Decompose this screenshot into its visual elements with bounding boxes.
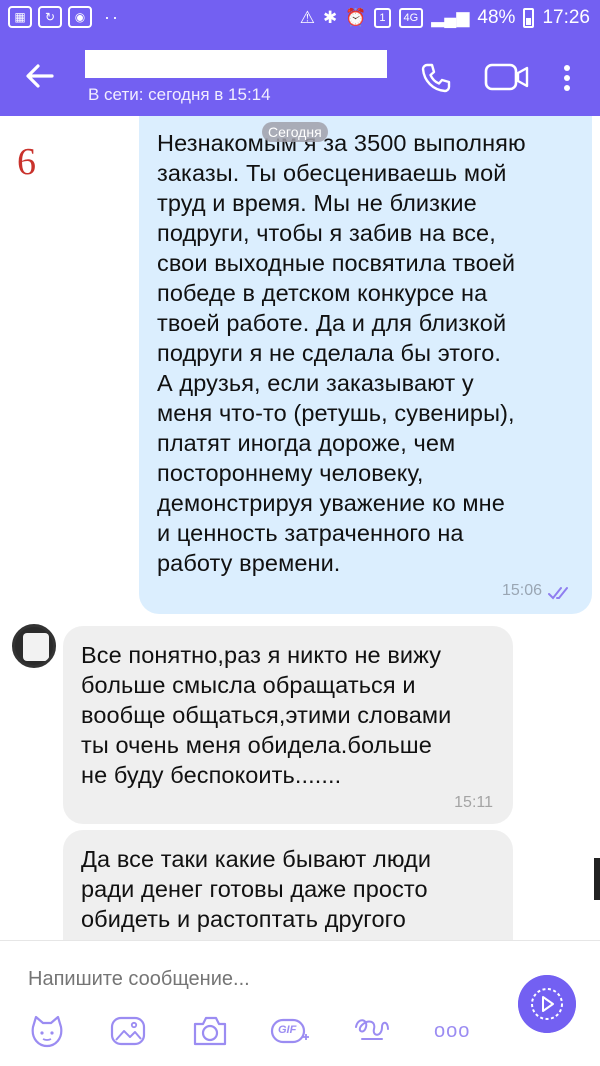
- phone-icon[interactable]: [418, 60, 454, 96]
- incoming-message[interactable]: Да все таки какие бывают люди ради денег…: [63, 830, 513, 940]
- message-text: Да все таки какие бывают люди ради денег…: [81, 846, 432, 932]
- more-notifications-icon: ··: [104, 6, 120, 27]
- chat-header: В сети: сегодня в 15:14: [0, 38, 600, 116]
- scroll-edge-mark: [594, 858, 600, 900]
- sim-icon: 1: [374, 8, 391, 28]
- network-type-icon: 4G: [398, 8, 424, 28]
- app-notification-icon: ◉: [68, 6, 92, 28]
- doodle-icon[interactable]: [352, 1013, 392, 1049]
- battery-percent: 48%: [477, 7, 516, 28]
- read-ticks-icon: [548, 587, 568, 600]
- bluetooth-icon: ✱: [322, 8, 338, 27]
- message-list[interactable]: 6 Незнакомым я за 3500 выполняю заказы. …: [0, 116, 600, 940]
- incoming-message[interactable]: Все понятно,раз я никто не вижу больше с…: [63, 626, 513, 824]
- sync-notification-icon: ↻: [38, 6, 62, 28]
- more-options-icon[interactable]: ooo: [434, 1013, 474, 1049]
- battery-icon: [523, 8, 535, 28]
- send-button[interactable]: [518, 975, 576, 1033]
- system-icons: ⚠ ✱ ⏰ 1 4G ▂▄▆ 48% 17:26: [300, 7, 590, 29]
- signal-icon: ▂▄▆: [431, 8, 470, 27]
- notification-icons: ▦ ↻ ◉ ··: [8, 6, 120, 28]
- alarm-icon: ⏰: [345, 8, 367, 27]
- handwritten-annotation: 6: [17, 141, 36, 183]
- warning-icon: ⚠: [299, 8, 315, 27]
- gif-icon[interactable]: GIF: [270, 1013, 310, 1049]
- back-arrow-icon[interactable]: [22, 58, 58, 94]
- sticker-icon[interactable]: [27, 1013, 67, 1049]
- presence-status: В сети: сегодня в 15:14: [88, 85, 271, 104]
- more-vert-icon[interactable]: [557, 60, 577, 96]
- status-bar: ▦ ↻ ◉ ·· ⚠ ✱ ⏰ 1 4G ▂▄▆ 48% 17:26: [0, 0, 600, 38]
- clock: 17:26: [542, 7, 590, 28]
- message-time: 15:06: [501, 582, 542, 599]
- gif-label: GIF: [278, 1024, 297, 1036]
- date-separator: Сегодня: [262, 122, 328, 142]
- gallery-notification-icon: ▦: [8, 6, 32, 28]
- message-text: Незнакомым я за 3500 выполняю заказы. Ты…: [157, 130, 526, 576]
- message-input[interactable]: [28, 963, 488, 995]
- contact-name-redacted[interactable]: [85, 50, 387, 78]
- outgoing-message[interactable]: Незнакомым я за 3500 выполняю заказы. Ты…: [139, 116, 592, 614]
- composer: GIF ooo: [0, 940, 600, 1066]
- message-time: 15:11: [454, 794, 493, 811]
- video-call-icon[interactable]: [484, 62, 530, 92]
- message-text: Все понятно,раз я никто не вижу больше с…: [81, 642, 452, 788]
- camera-icon[interactable]: [190, 1013, 230, 1049]
- contact-avatar[interactable]: [12, 624, 56, 668]
- gallery-icon[interactable]: [108, 1013, 148, 1049]
